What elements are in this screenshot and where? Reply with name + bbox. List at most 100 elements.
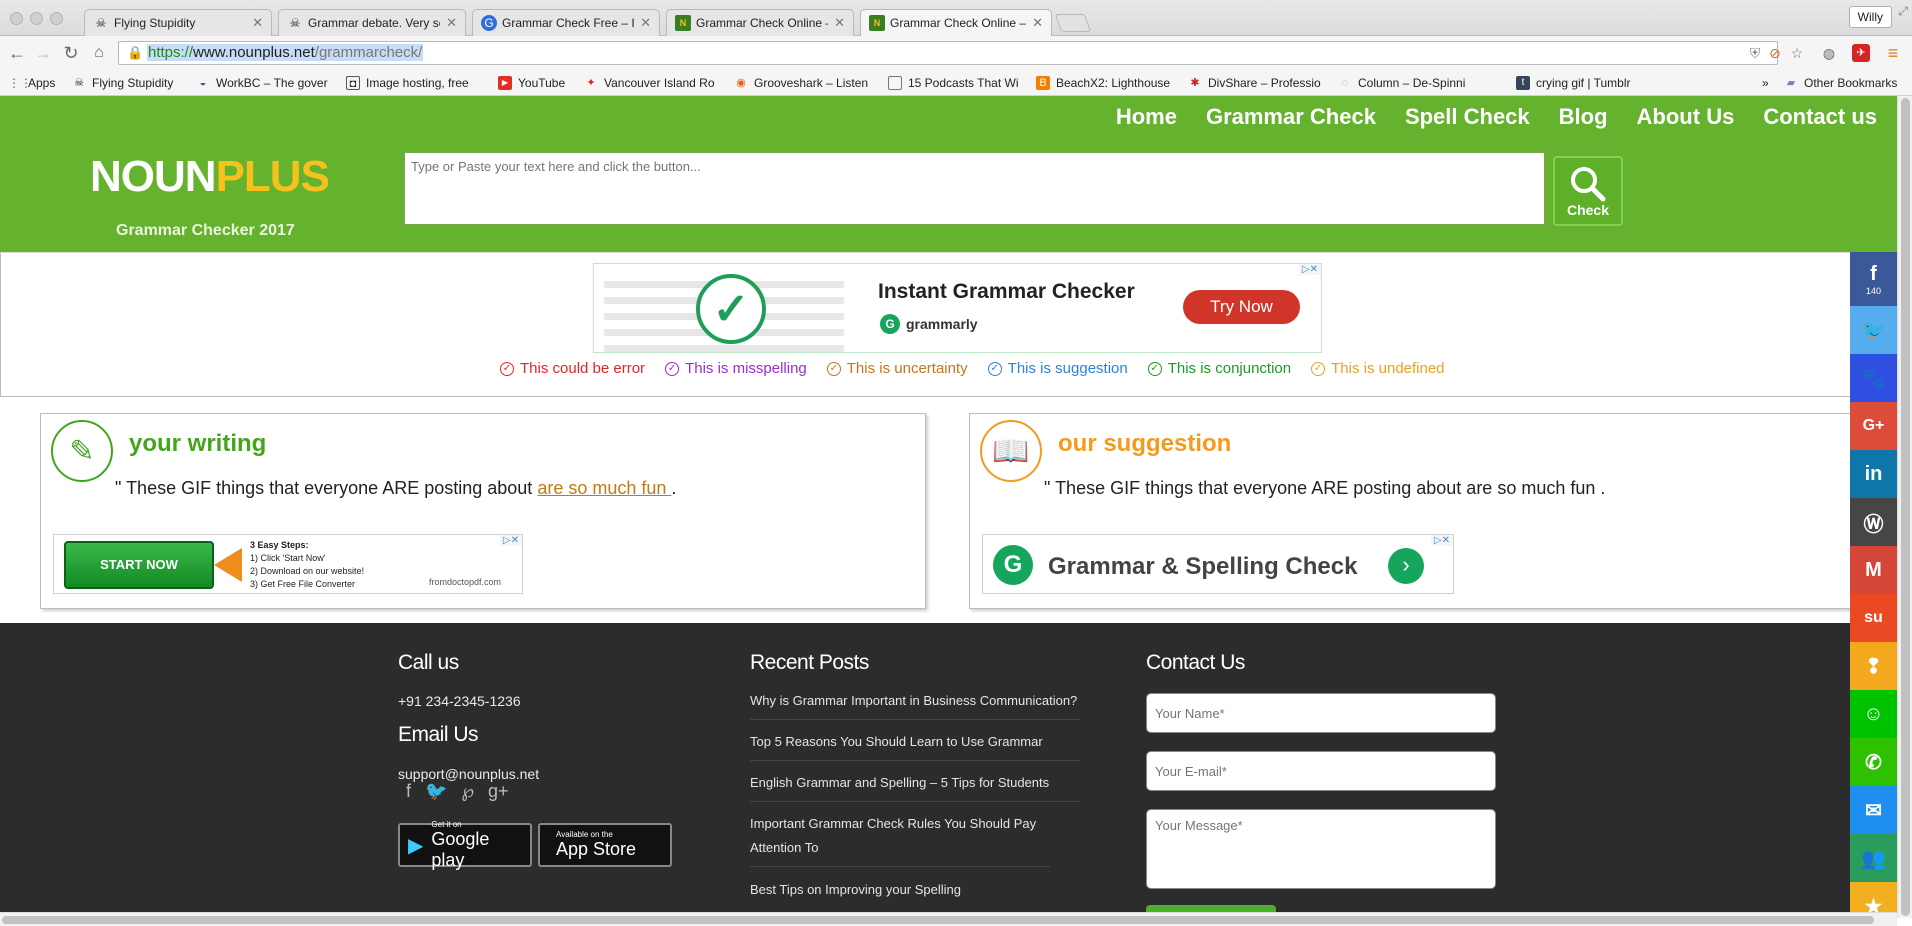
- facebook-icon[interactable]: f: [406, 781, 411, 802]
- close-tab-icon[interactable]: ✕: [252, 15, 263, 31]
- contact-name-input[interactable]: [1146, 693, 1496, 733]
- pinterest-icon[interactable]: ℘: [461, 781, 474, 802]
- facebook-share-button[interactable]: f 140: [1850, 252, 1897, 306]
- browser-tab[interactable]: N Grammar Check Online – Ir ✕: [666, 9, 854, 36]
- zoom-window-button[interactable]: [50, 12, 63, 25]
- other-bookmarks[interactable]: ▰ Other Bookmarks: [1784, 75, 1904, 91]
- grammarly-ad[interactable]: ✓ Instant Grammar Checker G grammarly Tr…: [593, 263, 1322, 353]
- recent-posts-heading: Recent Posts: [750, 651, 869, 674]
- pocket-extension-icon[interactable]: ✈: [1852, 44, 1870, 62]
- nav-blog[interactable]: Blog: [1559, 104, 1608, 130]
- horizontal-scrollbar[interactable]: [0, 912, 1897, 926]
- converter-ad[interactable]: START NOW 3 Easy Steps: 1) Click 'Start …: [53, 534, 523, 594]
- wordpress-share-button[interactable]: Ⓦ: [1850, 498, 1897, 546]
- bookmark-star-icon[interactable]: ☆: [1788, 44, 1806, 62]
- close-window-button[interactable]: [10, 12, 23, 25]
- bookmark-item[interactable]: t crying gif | Tumblr: [1516, 75, 1646, 91]
- bookmarks-overflow[interactable]: »: [1762, 75, 1776, 91]
- vertical-scrollbar[interactable]: [1897, 96, 1912, 918]
- gmail-icon: M: [1865, 558, 1882, 581]
- bookmark-item[interactable]: 15 Podcasts That Wi: [888, 75, 1020, 91]
- baidu-share-button[interactable]: 🐾: [1850, 354, 1897, 402]
- speech-icon: ❢: [1865, 655, 1882, 678]
- nav-grammar-check[interactable]: Grammar Check: [1206, 104, 1376, 130]
- twitter-icon[interactable]: 🐦: [425, 781, 447, 802]
- check-icon: ✓: [826, 361, 841, 376]
- bookmark-item[interactable]: ✦ Vancouver Island Ro: [584, 75, 720, 91]
- profile-button[interactable]: Willy: [1848, 6, 1892, 28]
- browser-tab[interactable]: ☠ Flying Stupidity ✕: [84, 9, 272, 36]
- nav-spell-check[interactable]: Spell Check: [1405, 104, 1530, 130]
- reload-icon[interactable]: ↻: [60, 42, 82, 64]
- globe-extension-icon[interactable]: ◍: [1820, 44, 1838, 62]
- scrollbar-thumb[interactable]: [1901, 98, 1910, 916]
- back-arrow-icon[interactable]: ←: [6, 42, 28, 64]
- scrollbar-thumb[interactable]: [2, 916, 1874, 924]
- grammar-text-input[interactable]: [404, 152, 1545, 225]
- recent-post-link[interactable]: Top 5 Reasons You Should Learn to Use Gr…: [750, 730, 1080, 761]
- bookmark-item[interactable]: ◉ Grooveshark – Listen: [734, 75, 870, 91]
- bookmark-item[interactable]: ◌ Column – De-Spinni: [1338, 75, 1480, 91]
- bookmark-item[interactable]: B BeachX2: Lighthouse: [1036, 75, 1174, 91]
- arrow-left-icon: [214, 548, 242, 582]
- nav-about-us[interactable]: About Us: [1637, 104, 1735, 130]
- bookmark-item[interactable]: ◒ WorkBC – The gover: [196, 75, 330, 91]
- start-now-button[interactable]: START NOW: [64, 541, 214, 589]
- close-tab-icon[interactable]: ✕: [640, 15, 651, 31]
- ad-choices-icon[interactable]: ▷✕: [1430, 535, 1453, 546]
- forward-arrow-icon[interactable]: →: [32, 42, 54, 64]
- minimize-window-button[interactable]: [30, 12, 43, 25]
- recent-post-link[interactable]: English Grammar and Spelling – 5 Tips fo…: [750, 771, 1080, 802]
- bookmark-apps[interactable]: ⋮⋮ Apps: [8, 75, 64, 91]
- browser-tab-active[interactable]: N Grammar Check Online – Ir ✕: [860, 9, 1052, 36]
- contact-email-input[interactable]: [1146, 751, 1496, 791]
- close-tab-icon[interactable]: ✕: [1032, 15, 1043, 31]
- suggestion-text: " These GIF things that everyone ARE pos…: [1044, 478, 1606, 498]
- site-logo[interactable]: NOUNPLUS: [90, 152, 330, 202]
- fullscreen-icon[interactable]: ⤢: [1898, 4, 1908, 19]
- wechat-share-button[interactable]: ✆: [1850, 738, 1897, 786]
- chevron-right-icon[interactable]: ›: [1388, 548, 1424, 584]
- try-now-button[interactable]: Try Now: [1183, 290, 1300, 324]
- contact-message-input[interactable]: [1146, 809, 1496, 889]
- browser-tab[interactable]: ☠ Grammar debate. Very ser ✕: [278, 9, 466, 36]
- recent-post-link[interactable]: Best Tips on Improving your Spelling: [750, 878, 1080, 908]
- grammar-spelling-ad[interactable]: G Grammar & Spelling Check › ▷✕: [982, 534, 1454, 594]
- linkedin-share-button[interactable]: in: [1850, 450, 1897, 498]
- gmail-share-button[interactable]: M: [1850, 546, 1897, 594]
- new-tab-button[interactable]: [1054, 14, 1092, 32]
- bookmark-item[interactable]: ▶ YouTube: [498, 75, 570, 91]
- address-bar[interactable]: 🔒 https://www.nounplus.net/grammarcheck/: [118, 41, 1778, 65]
- kakao-share-button[interactable]: ❢: [1850, 642, 1897, 690]
- line-share-button[interactable]: ☺: [1850, 690, 1897, 738]
- twitter-share-button[interactable]: 🐦: [1850, 306, 1897, 354]
- check-button[interactable]: Check: [1553, 156, 1623, 226]
- close-tab-icon[interactable]: ✕: [446, 15, 457, 31]
- ad-choices-icon[interactable]: ▷✕: [499, 535, 522, 546]
- recent-post-link[interactable]: Important Grammar Check Rules You Should…: [750, 812, 1050, 867]
- bookmark-item[interactable]: ✱ DivShare – Professio: [1188, 75, 1324, 91]
- nav-home[interactable]: Home: [1116, 104, 1177, 130]
- nav-contact-us[interactable]: Contact us: [1763, 104, 1877, 130]
- browser-tab[interactable]: G Grammar Check Free – It's ✕: [472, 9, 660, 36]
- phone-number[interactable]: +91 234-2345-1236: [398, 693, 521, 709]
- email-address[interactable]: support@nounplus.net: [398, 766, 539, 782]
- highlighted-phrase[interactable]: are so much fun: [537, 478, 671, 498]
- stumbleupon-share-button[interactable]: su: [1850, 594, 1897, 642]
- bookmark-item[interactable]: ☠ Flying Stupidity: [72, 75, 190, 91]
- highlighter-icon: ✎: [51, 420, 113, 482]
- messenger-share-button[interactable]: ✉: [1850, 786, 1897, 834]
- home-icon[interactable]: ⌂: [88, 42, 110, 64]
- blocker-extension-icon[interactable]: ⊘: [1766, 44, 1784, 62]
- ad-choices-icon[interactable]: ▷✕: [1298, 264, 1321, 275]
- shield-extension-icon[interactable]: ⛨: [1746, 44, 1764, 62]
- google-plus-share-button[interactable]: G+: [1850, 402, 1897, 450]
- menu-icon[interactable]: ≡: [1884, 44, 1902, 62]
- groups-share-button[interactable]: 👥: [1850, 834, 1897, 882]
- recent-post-link[interactable]: Why is Grammar Important in Business Com…: [750, 689, 1080, 720]
- google-plus-icon[interactable]: g+: [488, 781, 509, 802]
- google-play-badge[interactable]: ▶ Get it on Google play: [398, 820, 532, 870]
- app-store-badge[interactable]: Available on the App Store: [538, 823, 672, 867]
- close-tab-icon[interactable]: ✕: [834, 15, 845, 31]
- bookmark-item[interactable]: ◘ Image hosting, free: [346, 75, 484, 91]
